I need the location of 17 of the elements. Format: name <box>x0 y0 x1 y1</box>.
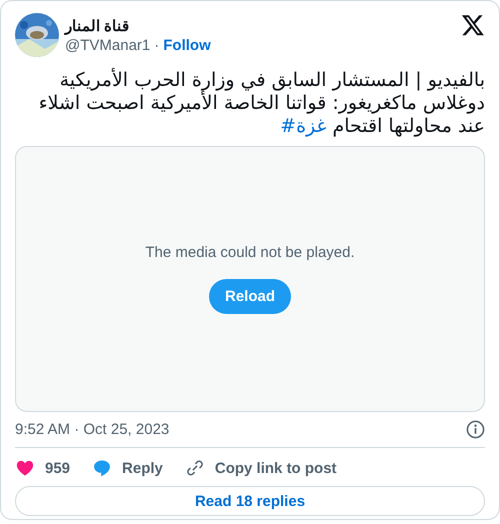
separator: · <box>154 36 160 54</box>
heart-icon[interactable] <box>15 458 35 478</box>
copy-link[interactable]: Copy link to post <box>214 460 337 476</box>
info-icon[interactable] <box>466 420 485 439</box>
post-text: بالفيديو | المستشار السابق في وزارة الحرب الأمريكية دوغلاس ماكغريغور: قواتنا الخاصة الأميركية اصبحت اشلاء عند محاولتها اقتحام #غزة <box>38 69 485 138</box>
like-count[interactable]: 959 <box>45 460 70 476</box>
read-replies-button[interactable]: Read 18 replies <box>15 486 485 516</box>
reply-link[interactable]: Reply <box>122 460 163 476</box>
media-error-message: The media could not be played. <box>145 244 355 261</box>
link-icon[interactable] <box>184 458 205 478</box>
follow-link[interactable]: Follow <box>163 36 211 54</box>
author-name: قناة المنار <box>65 16 130 34</box>
timestamp[interactable]: 9:52 AM · Oct 25, 2023 <box>15 421 170 438</box>
speech-bubble-icon[interactable] <box>92 458 112 478</box>
x-logo-icon[interactable] <box>461 13 485 37</box>
hashtag-link[interactable]: #غزة <box>280 115 326 137</box>
author-handle: @TVManar1 <box>65 36 150 54</box>
